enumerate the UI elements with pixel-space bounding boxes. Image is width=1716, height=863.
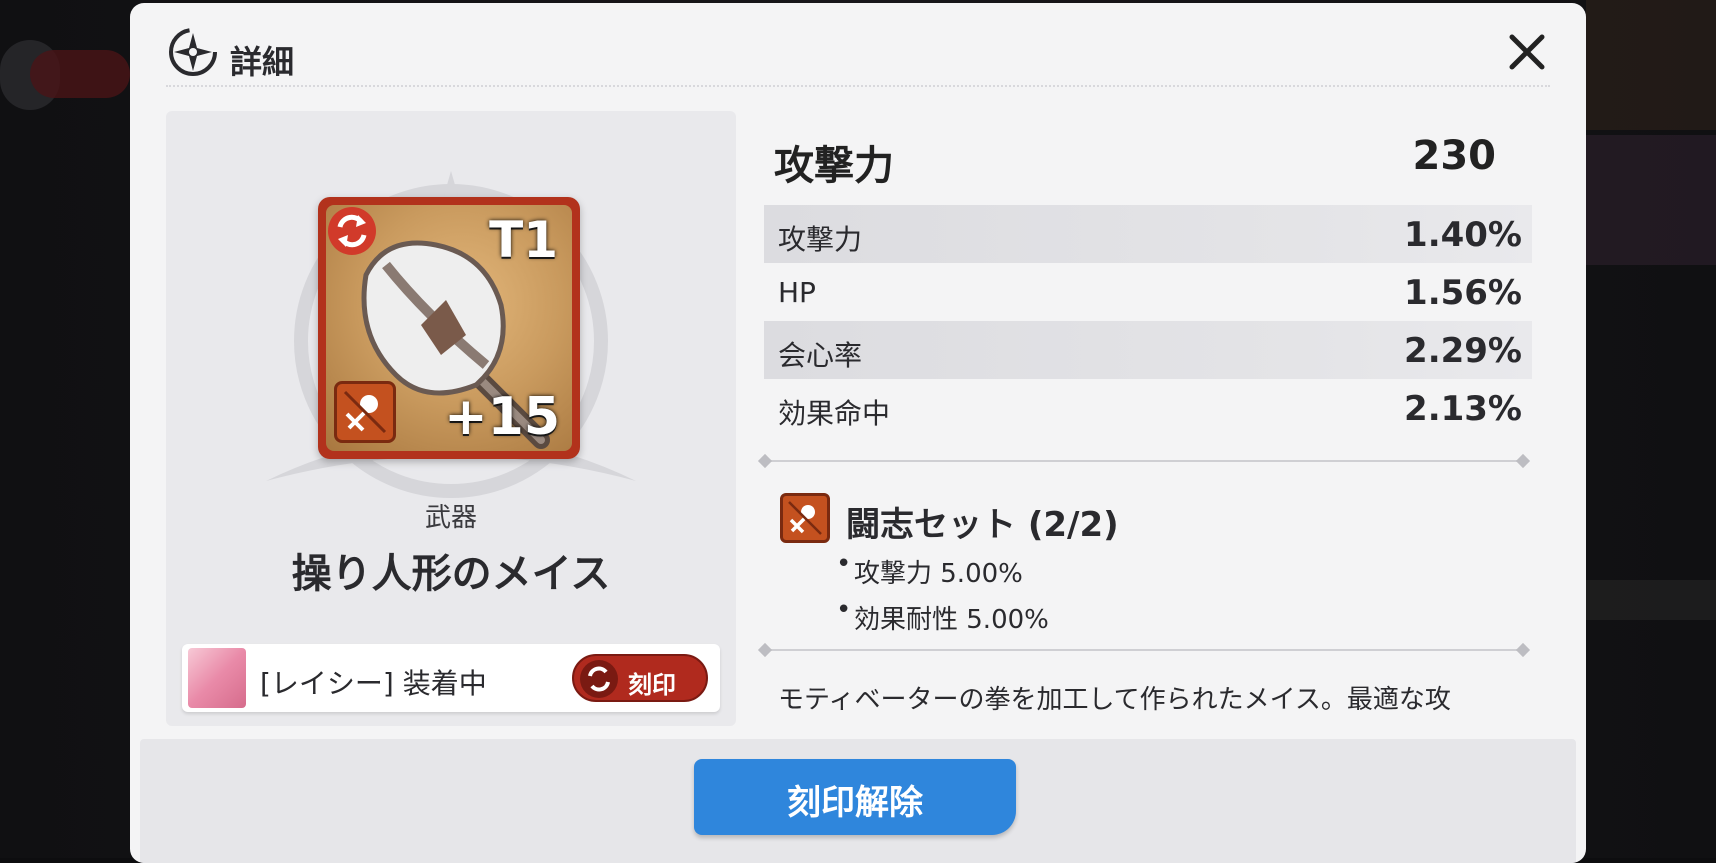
item-artwork: T1 +15 [326, 205, 572, 451]
background-element [30, 50, 130, 98]
sub-stats-list: 攻撃力 1.40% HP 1.56% 会心率 2.29% 効果命中 2.13% [764, 205, 1532, 437]
main-stat-name: 攻撃力 [774, 133, 894, 191]
release-imprint-button[interactable]: 刻印解除 [694, 759, 1016, 835]
modal-title: 詳細 [230, 37, 294, 83]
equip-status-text: [レイシー] 装着中 [260, 662, 487, 702]
imprint-button[interactable]: 刻印 [572, 654, 708, 702]
sub-stat-name: HP [778, 276, 816, 309]
item-tier: T1 [489, 211, 558, 269]
sub-stat-row: 攻撃力 1.40% [764, 205, 1532, 263]
set-bonus: 攻撃力 5.00% [854, 553, 1023, 590]
modal-header: 詳細 [166, 23, 1550, 87]
detail-modal: 詳細 [130, 3, 1586, 863]
background-element [1586, 580, 1716, 620]
item-name: 操り人形のメイス [166, 541, 736, 599]
sub-stat-value: 2.29% [1404, 331, 1522, 371]
item-description: モティベーターの拳を加工して作られたメイス。最適な攻 [778, 679, 1502, 716]
sub-stat-name: 攻撃力 [778, 218, 862, 258]
section-divider [764, 649, 1524, 651]
sub-stat-value: 1.56% [1404, 273, 1522, 313]
stats-panel: 攻撃力 230 攻撃力 1.40% HP 1.56% 会心率 2.29% 効果命… [754, 111, 1522, 711]
sub-stat-value: 1.40% [1404, 215, 1522, 255]
item-enhance-level: +15 [444, 387, 560, 447]
imprint-button-label: 刻印 [628, 665, 676, 700]
sub-stat-name: 会心率 [778, 334, 862, 374]
close-icon[interactable] [1504, 29, 1550, 75]
sub-stat-name: 効果命中 [778, 392, 890, 432]
set-fighting-spirit-icon [334, 381, 396, 443]
set-title: 闘志セット (2/2) [846, 497, 1119, 546]
sync-icon [326, 205, 382, 261]
equip-status-bar: [レイシー] 装着中 刻印 [182, 644, 720, 712]
background-element [1586, 135, 1716, 265]
background-element [1586, 0, 1716, 130]
item-type: 武器 [166, 497, 736, 534]
item-preview-panel: T1 +15 武器 操り人形のメイス [レイシー] 装着中 [166, 111, 736, 726]
set-fighting-spirit-icon [780, 493, 830, 543]
main-stat-value: 230 [1413, 133, 1497, 179]
sub-stat-value: 2.13% [1404, 389, 1522, 429]
sub-stat-row: 会心率 2.29% [764, 321, 1532, 379]
imprint-icon [580, 660, 618, 698]
modal-footer: 刻印解除 [140, 739, 1576, 863]
character-avatar [188, 648, 246, 708]
sub-stat-row: 効果命中 2.13% [764, 379, 1532, 437]
main-stat: 攻撃力 230 [774, 133, 1496, 183]
set-bonus: 効果耐性 5.00% [854, 599, 1049, 636]
section-divider [764, 460, 1524, 462]
sub-stat-row: HP 1.56% [764, 263, 1532, 321]
item-icon-card: T1 +15 [318, 197, 580, 459]
compass-icon [166, 25, 220, 79]
release-imprint-label: 刻印解除 [694, 775, 1016, 824]
